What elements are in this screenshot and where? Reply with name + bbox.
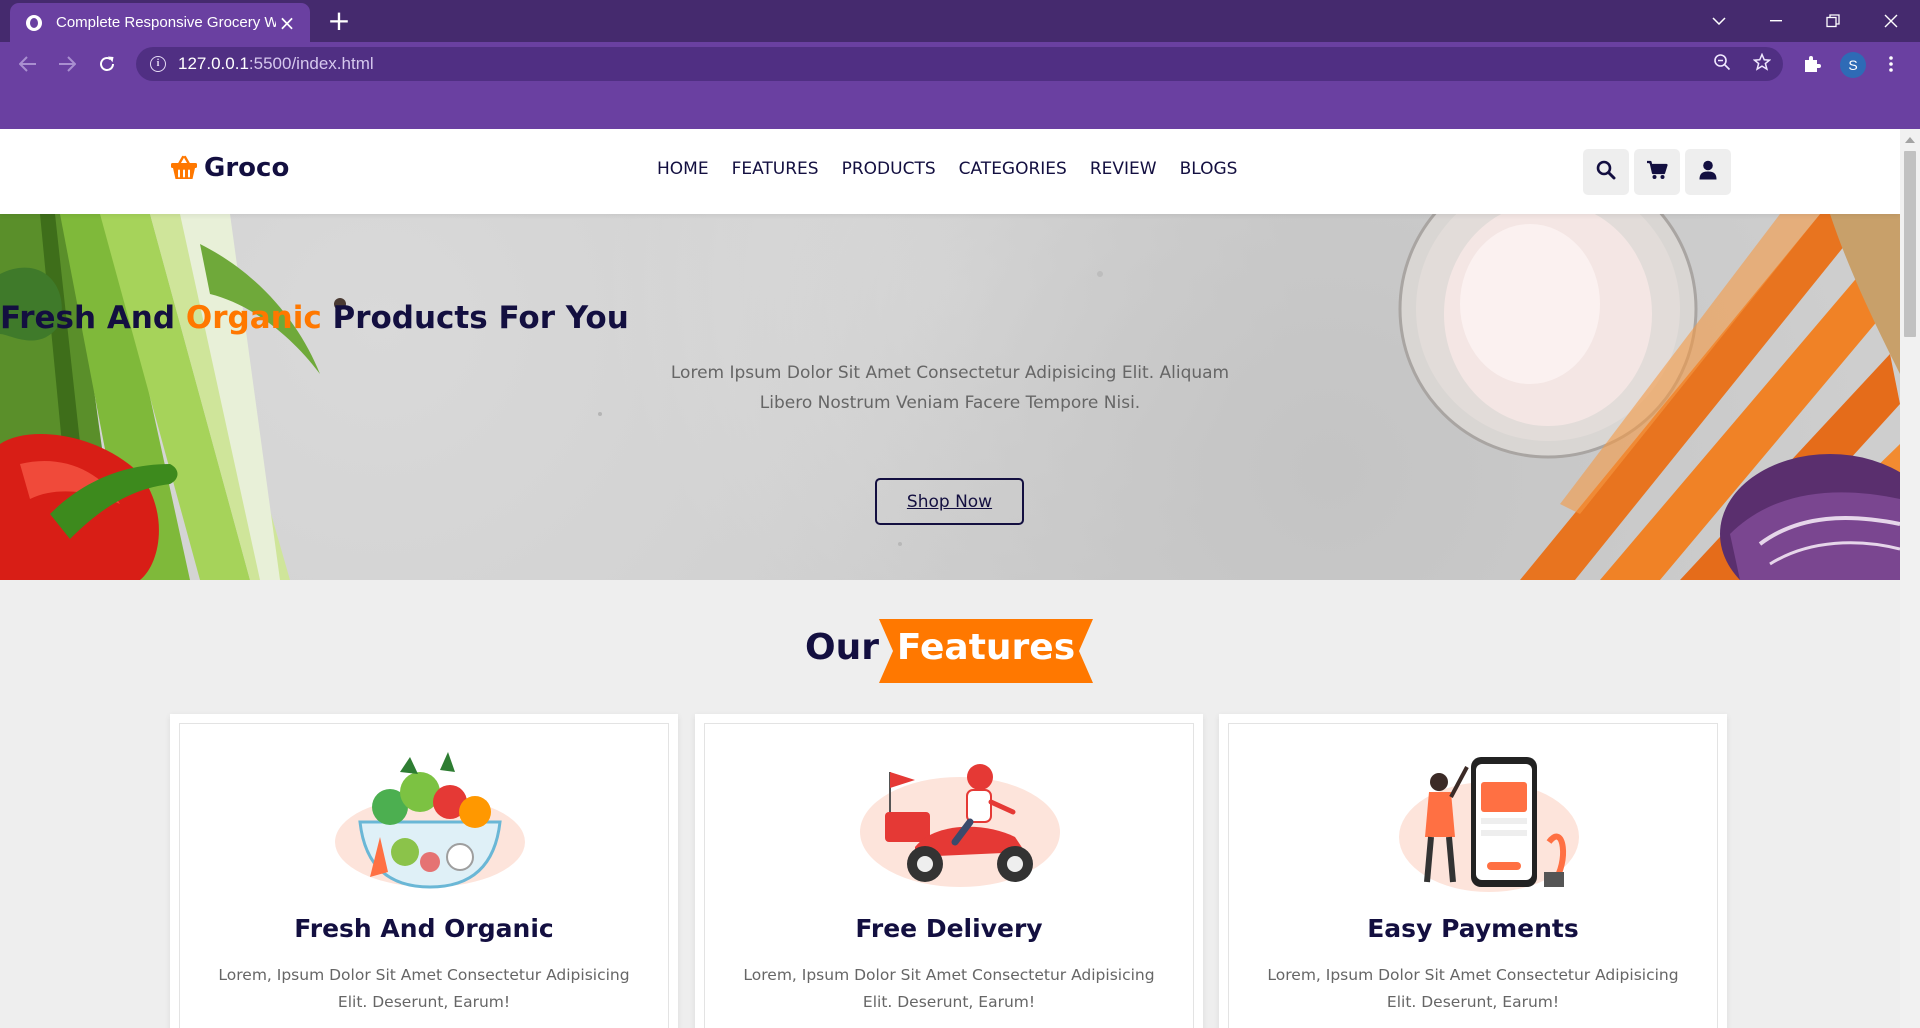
close-window-icon[interactable] [1871,0,1911,42]
restore-icon[interactable] [1813,0,1853,42]
mobile-payment-icon [1399,757,1579,892]
nav-review[interactable]: REVIEW [1090,159,1157,179]
bookmark-star-icon[interactable] [1750,52,1774,76]
feature-card: Easy Payments Lorem, Ipsum Dolor Sit Ame… [1219,714,1727,1028]
hero-description: Lorem Ipsum Dolor Sit Amet Consectetur A… [670,363,1230,413]
delivery-scooter-icon [860,764,1060,887]
heading-badge: Features [879,619,1093,683]
card-text: Lorem, Ipsum Dolor Sit Amet Consectetur … [743,966,1155,1011]
card-text: Lorem, Ipsum Dolor Sit Amet Consectetur … [218,966,630,1011]
feature-card: Free Delivery Lorem, Ipsum Dolor Sit Ame… [695,714,1203,1028]
hero-title: Fresh And Organic Products For You [0,300,1900,336]
browser-toolbar: i 127.0.0.1:5500/index.html [0,42,1920,88]
nav-categories[interactable]: CATEGORIES [959,159,1067,179]
scroll-up-arrow-icon[interactable] [1905,137,1915,143]
hero-title-accent: Organic [185,300,322,336]
url-text: 127.0.0.1:5500/index.html [178,54,374,74]
url-host: 127.0.0.1 [178,54,249,73]
browser-tab[interactable]: Complete Responsive Grocery W × [10,3,310,42]
scrollbar-thumb[interactable] [1904,151,1916,337]
browser-tab-strip: Complete Responsive Grocery W × + [0,0,1920,42]
hero-banner: Fresh And Organic Products For You Lorem… [0,214,1900,580]
reload-icon[interactable] [91,48,123,80]
new-tab-button[interactable]: + [324,6,354,36]
card-title: Fresh And Organic [294,914,554,943]
site-header: Groco HOME FEATURES PRODUCTS CATEGORIES … [0,129,1900,214]
shop-now-button[interactable]: Shop Now [875,478,1024,525]
back-icon[interactable] [12,48,44,80]
forward-icon[interactable] [51,48,83,80]
cart-icon [1646,160,1668,184]
nav-blogs[interactable]: BLOGS [1180,159,1238,179]
feature-card-inner: Free Delivery Lorem, Ipsum Dolor Sit Ame… [704,723,1194,1028]
page-scrollbar[interactable] [1900,129,1920,1028]
header-icons [1583,149,1736,195]
page-viewport: Groco HOME FEATURES PRODUCTS CATEGORIES … [0,129,1900,1028]
nav-home[interactable]: HOME [657,159,709,179]
card-title: Free Delivery [855,914,1043,943]
extensions-icon[interactable] [1798,50,1826,78]
search-icon [1596,160,1616,184]
hero-title-part: Fresh And [0,300,186,336]
features-heading: Our Features [0,619,1900,683]
cart-button[interactable] [1634,149,1680,195]
close-tab-icon[interactable]: × [276,12,298,34]
heading-badge-text: Features [896,627,1076,668]
user-button[interactable] [1685,149,1731,195]
nav-features[interactable]: FEATURES [732,159,819,179]
feature-card: Fresh And Organic Lorem, Ipsum Dolor Sit… [170,714,678,1028]
site-logo[interactable]: Groco [170,153,289,183]
hero-title-part: Products For You [321,300,629,336]
vegetable-bowl-icon [335,752,525,889]
browser-bookmark-bar [0,88,1920,129]
feature-card-inner: Fresh And Organic Lorem, Ipsum Dolor Sit… [179,723,669,1028]
address-bar[interactable]: i 127.0.0.1:5500/index.html [136,47,1783,81]
search-button[interactable] [1583,149,1629,195]
menu-kebab-icon[interactable] [1877,50,1905,78]
heading-plain: Our [805,627,879,668]
site-info-icon[interactable]: i [150,56,166,72]
feature-card-inner: Easy Payments Lorem, Ipsum Dolor Sit Ame… [1228,723,1718,1028]
card-text: Lorem, Ipsum Dolor Sit Amet Consectetur … [1267,966,1679,1011]
tab-search-icon[interactable] [1699,0,1739,42]
globe-icon [26,14,42,31]
nav-products[interactable]: PRODUCTS [842,159,936,179]
user-icon [1699,160,1717,184]
profile-avatar[interactable]: S [1840,52,1866,78]
basket-icon [170,155,198,181]
zoom-icon[interactable] [1710,52,1734,76]
tab-title: Complete Responsive Grocery W [56,14,276,31]
card-title: Easy Payments [1367,914,1579,943]
logo-text: Groco [204,153,290,183]
minimize-icon[interactable] [1756,0,1796,42]
url-path: :5500/index.html [248,54,374,73]
main-nav: HOME FEATURES PRODUCTS CATEGORIES REVIEW… [657,159,1260,179]
